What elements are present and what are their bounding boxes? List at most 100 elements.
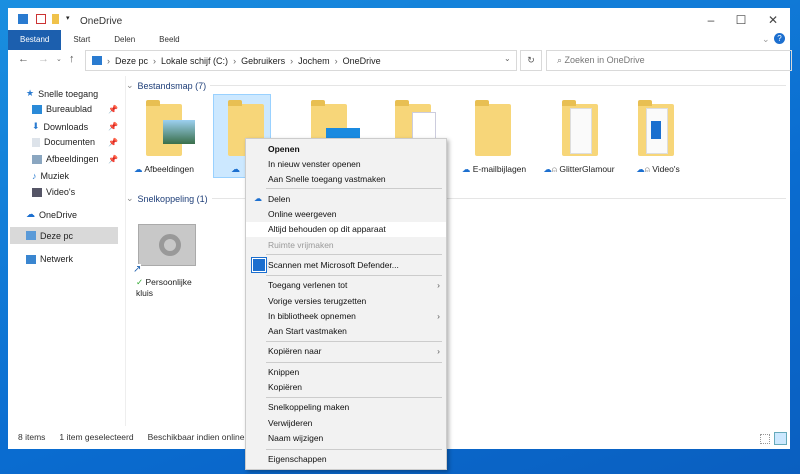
menu-item-scannen-defender[interactable]: Scannen met Microsoft Defender...: [246, 258, 446, 273]
menu-item-kopieren[interactable]: Kopiëren: [246, 380, 446, 395]
cloud-status-icon: ☁: [543, 164, 552, 174]
menu-item-nieuw-venster[interactable]: In nieuw venster openen: [246, 157, 446, 172]
address-bar[interactable]: › Deze pc › Lokale schijf (C:) › Gebruikers…: [85, 50, 517, 71]
customize-dropdown-icon[interactable]: ▾: [66, 14, 70, 22]
sidebar-item-documenten[interactable]: Documenten: [32, 137, 95, 147]
pin-icon[interactable]: 📌: [108, 105, 118, 114]
back-button[interactable]: ←: [18, 53, 29, 65]
cloud-status-icon: ☁: [636, 164, 645, 174]
onedrive-icon: [18, 14, 28, 24]
cloud-status-icon: ☁: [461, 164, 473, 174]
address-dropdown[interactable]: ⌄: [504, 54, 511, 63]
pc-icon: [92, 56, 102, 65]
submenu-arrow-icon: ›: [437, 311, 440, 321]
menu-item-snelle-toegang[interactable]: Aan Snelle toegang vastmaken: [246, 172, 446, 187]
sidebar-onedrive[interactable]: ☁ OneDrive: [26, 209, 77, 220]
breadcrumb-lokale-schijf[interactable]: Lokale schijf (C:): [161, 56, 228, 66]
menu-item-verwijderen[interactable]: Verwijderen: [246, 416, 446, 431]
tab-delen[interactable]: Delen: [102, 30, 147, 50]
videos-icon: [32, 187, 42, 197]
folder-item-videos[interactable]: ☁⍝ Video's: [618, 164, 698, 175]
pictures-thumbnail: [163, 120, 195, 144]
menu-item-start-vastmaken[interactable]: Aan Start vastmaken: [246, 324, 446, 339]
sidebar-item-videos[interactable]: Video's: [32, 187, 75, 197]
folder-item-afbeeldingen[interactable]: ☁ Afbeeldingen: [124, 164, 204, 175]
tab-beeld[interactable]: Beeld: [147, 30, 191, 50]
sidebar-network[interactable]: Netwerk: [26, 254, 73, 264]
folder-item-e-mailbijlagen[interactable]: ☁ E-mailbijlagen: [454, 164, 534, 175]
selection-count: 1 item geselecteerd: [59, 432, 134, 442]
breadcrumb-jochem[interactable]: Jochem: [298, 56, 330, 66]
cloud-status-icon: ☁: [231, 164, 240, 174]
computer-icon: [26, 231, 36, 240]
details-view-button[interactable]: [760, 434, 770, 444]
search-input[interactable]: ⌕ Zoeken in OneDrive: [546, 50, 792, 71]
sidebar-this-pc[interactable]: Deze pc: [10, 227, 118, 244]
menu-item-vorige-versies[interactable]: Vorige versies terugzetten: [246, 294, 446, 309]
group-header-folders[interactable]: ⌄ Bestandsmap (7): [126, 80, 786, 91]
menu-item-kopieren-naar[interactable]: Kopiëren naar ›: [246, 344, 446, 359]
documents-icon: [32, 137, 40, 147]
submenu-arrow-icon: ›: [437, 280, 440, 290]
submenu-arrow-icon: ›: [437, 346, 440, 356]
sidebar-quick-access[interactable]: ★ Snelle toegang: [26, 88, 98, 99]
large-icons-view-button[interactable]: [774, 432, 787, 445]
breadcrumb-onedrive[interactable]: OneDrive: [343, 56, 381, 66]
sidebar-item-muziek[interactable]: ♪ Muziek: [32, 171, 69, 181]
sidebar-item-afbeeldingen[interactable]: Afbeeldingen: [32, 154, 99, 164]
refresh-button[interactable]: ↻: [520, 50, 542, 71]
vault-icon: [138, 224, 196, 266]
recent-dropdown[interactable]: ⌄: [56, 55, 62, 63]
shortcut-arrow-icon: ↗: [133, 264, 142, 275]
breadcrumb-deze-pc[interactable]: Deze pc: [115, 56, 148, 66]
menu-item-online-weergeven[interactable]: Online weergeven: [246, 207, 446, 222]
properties-icon[interactable]: [36, 14, 46, 24]
sidebar-item-bureaublad[interactable]: Bureaublad: [32, 104, 92, 114]
menu-item-toegang-verlenen[interactable]: Toegang verlenen tot ›: [246, 278, 446, 293]
ribbon-tabs: Bestand Start Delen Beeld: [8, 30, 192, 50]
menu-item-naam-wijzigen[interactable]: Naam wijzigen: [246, 431, 446, 446]
video-thumbnail: [646, 108, 668, 154]
close-button[interactable]: ✕: [758, 10, 788, 30]
files-thumbnail: [570, 108, 592, 154]
folder-icon: [475, 100, 511, 156]
cloud-icon: ☁: [26, 209, 35, 219]
star-icon: ★: [26, 88, 35, 98]
music-icon: ♪: [32, 171, 37, 181]
minimize-button[interactable]: –: [696, 10, 726, 30]
shortcut-item-persoonlijke-kluis[interactable]: ✓ Persoonlijke kluis: [136, 277, 206, 298]
network-icon: [26, 254, 36, 264]
search-icon: ⌕: [557, 55, 565, 65]
menu-item-knippen[interactable]: Knippen: [246, 365, 446, 380]
tab-start[interactable]: Start: [61, 30, 102, 50]
pictures-icon: [32, 154, 42, 164]
menu-item-snelkoppeling-maken[interactable]: Snelkoppeling maken: [246, 400, 446, 415]
sidebar-item-downloads[interactable]: ⬇ Downloads: [32, 121, 88, 132]
menu-item-delen[interactable]: Delen: [246, 192, 446, 207]
help-icon[interactable]: ?: [774, 33, 785, 44]
menu-item-bibliotheek[interactable]: In bibliotheek opnemen ›: [246, 309, 446, 324]
group-header-shortcuts[interactable]: ⌄ Snelkoppeling (1): [126, 193, 786, 204]
menu-item-ruimte-vrijmaken: Ruimte vrijmaken: [268, 240, 334, 250]
tab-bestand[interactable]: Bestand: [8, 30, 62, 50]
cloud-status-icon: ☁: [133, 164, 145, 174]
up-button[interactable]: ↑: [69, 53, 75, 65]
item-count: 8 items: [18, 432, 46, 442]
expand-ribbon-icon[interactable]: ⌄: [762, 34, 770, 45]
download-icon: ⬇: [32, 121, 40, 131]
availability-status: Beschikbaar indien online: [147, 432, 245, 442]
forward-button[interactable]: →: [38, 53, 49, 65]
pin-icon[interactable]: 📌: [108, 155, 118, 164]
menu-item-altijd-behouden[interactable]: Altijd behouden op dit apparaat: [246, 222, 446, 237]
window-title: OneDrive: [80, 16, 123, 27]
menu-item-eigenschappen[interactable]: Eigenschappen: [246, 452, 446, 467]
breadcrumb-gebruikers[interactable]: Gebruikers: [241, 56, 285, 66]
desktop-icon: [32, 104, 42, 114]
status-bar: 8 items 1 item geselecteerd Beschikbaar …: [18, 432, 244, 442]
maximize-button[interactable]: ☐: [726, 10, 756, 30]
pin-icon[interactable]: 📌: [108, 138, 118, 147]
folder-item-glitterglamour[interactable]: ☁⍝ GlitterGlamour: [542, 164, 616, 175]
pin-icon[interactable]: 📌: [108, 122, 118, 131]
menu-item-openen[interactable]: Openen: [246, 142, 446, 157]
new-folder-icon[interactable]: [52, 14, 59, 24]
